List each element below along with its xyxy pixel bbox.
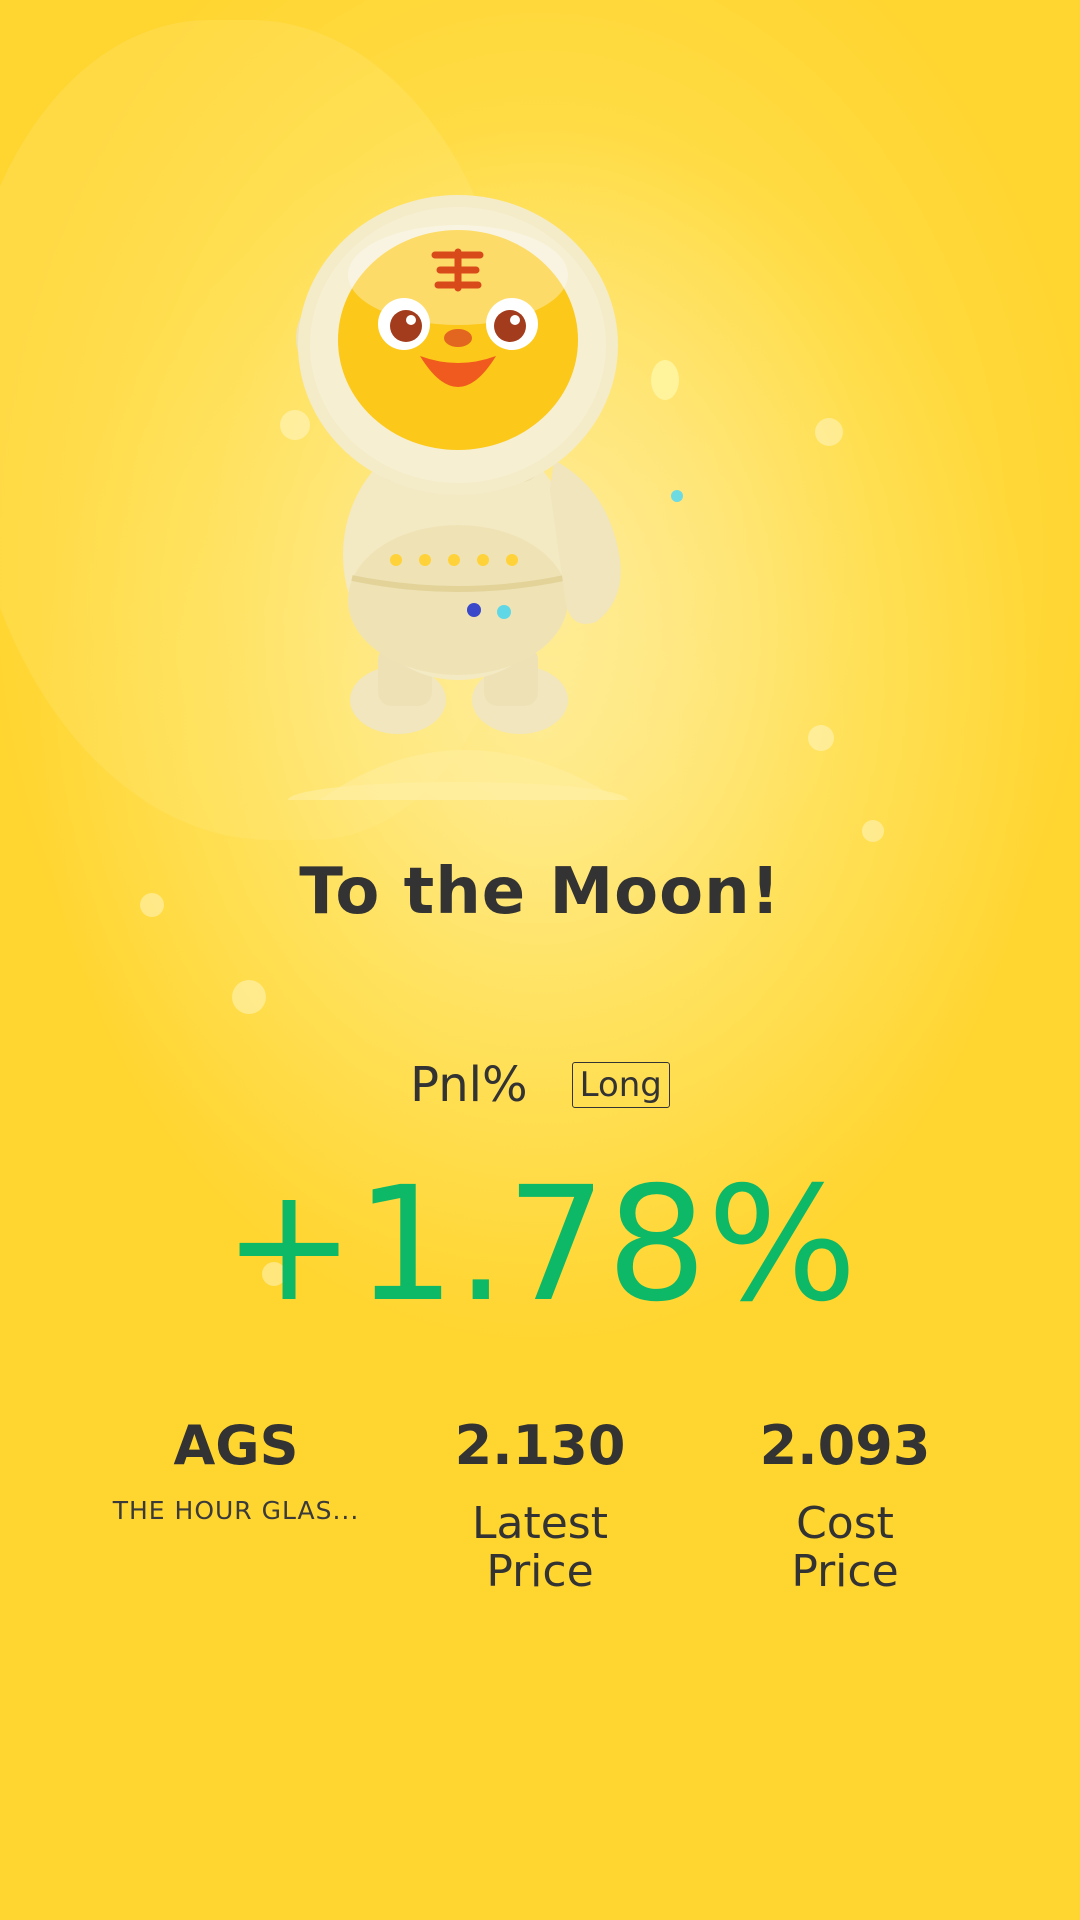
latest-price-stat: 2.130 Latest Price: [375, 1412, 705, 1596]
sparkle: [815, 418, 843, 446]
tiger-astronaut-mascot-illustration: [288, 195, 683, 800]
sparkle: [808, 725, 834, 751]
sparkle: [862, 820, 884, 842]
cost-price-stat: 2.093 Cost Price: [680, 1412, 1010, 1596]
sparkle: [232, 980, 266, 1014]
latest-price-label: Latest Price: [472, 1498, 608, 1597]
latest-price-value: 2.130: [454, 1414, 626, 1477]
pnl-header: Pnl% Long: [0, 1057, 1080, 1113]
pnl-label: Pnl%: [410, 1057, 528, 1113]
pnl-percentage-value: +1.78%: [222, 1153, 858, 1337]
company-name: THE HOUR GLAS...: [112, 1496, 360, 1525]
moon-hill: [320, 750, 620, 800]
cost-price-label: Cost Price: [791, 1498, 899, 1597]
position-direction-badge: Long: [571, 1062, 670, 1108]
cost-price-value: 2.093: [759, 1414, 931, 1477]
stock-symbol: AGS: [173, 1414, 299, 1477]
stock-info: AGS THE HOUR GLAS...: [71, 1412, 401, 1525]
page-title: To the Moon!: [299, 855, 781, 929]
